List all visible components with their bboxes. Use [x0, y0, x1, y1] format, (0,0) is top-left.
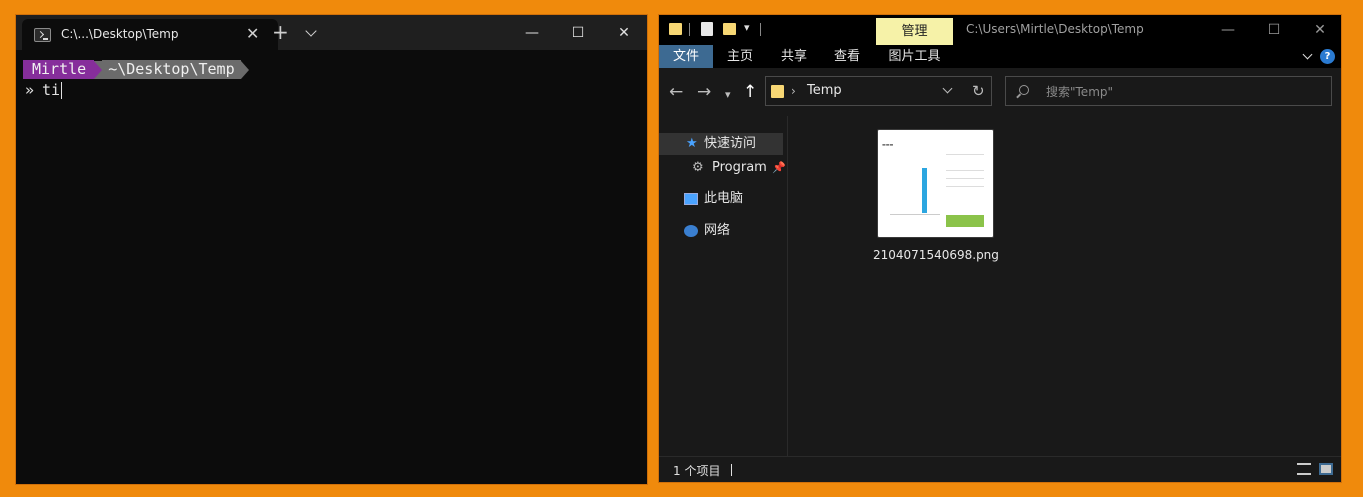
network-icon [684, 225, 698, 237]
search-placeholder: 搜索"Temp" [1046, 85, 1114, 99]
tab-manage[interactable]: 管理 [876, 18, 953, 45]
checkbox-icon[interactable] [701, 22, 713, 36]
nav-quick-access[interactable]: ★ 快速访问 [659, 133, 783, 155]
tab-view[interactable]: 查看 [825, 45, 869, 68]
file-list: ▬▬▬ 2104071540698.png [788, 116, 1341, 456]
nav-label: Program [712, 160, 767, 175]
expand-ribbon-icon[interactable] [1302, 49, 1313, 60]
tab-share[interactable]: 共享 [772, 45, 816, 68]
thumbnail-line [946, 154, 984, 155]
address-dropdown-icon[interactable] [942, 83, 953, 94]
tab-picture-tools[interactable]: 图片工具 [876, 45, 953, 68]
tab-file[interactable]: 文件 [659, 45, 713, 68]
chevron-down-icon [305, 25, 317, 37]
refresh-icon[interactable]: ↻ [972, 82, 985, 100]
prompt-path: ~\Desktop\Temp [102, 60, 241, 79]
command-line[interactable]: » ti [25, 81, 63, 99]
explorer-window: ▾ 管理 C:\Users\Mirtle\Desktop\Temp — ☐ ✕ … [658, 14, 1342, 483]
tab-close-button[interactable]: ✕ [246, 24, 259, 44]
new-tab-button[interactable]: + [272, 22, 289, 42]
nav-this-pc[interactable]: 此电脑 [659, 188, 783, 210]
tab-home[interactable]: 主页 [718, 45, 762, 68]
nav-network[interactable]: 网络 [659, 220, 783, 242]
folder-icon [669, 23, 682, 35]
ribbon: 文件 主页 共享 查看 图片工具 ? [659, 45, 1341, 68]
nav-program[interactable]: ⚙ Program 📌 [659, 157, 786, 179]
divider [760, 23, 761, 36]
divider [689, 23, 690, 36]
minimize-button[interactable]: — [1205, 17, 1251, 43]
thumbnail-axis [890, 214, 940, 215]
forward-icon[interactable]: → [697, 82, 711, 102]
terminal-body[interactable]: Mirtle ~\Desktop\Temp » ti [16, 50, 647, 484]
maximize-button[interactable]: ☐ [1251, 17, 1297, 43]
nav-label: 此电脑 [704, 191, 744, 206]
help-icon[interactable]: ? [1320, 49, 1335, 64]
customize-toolbar-icon[interactable]: ▾ [744, 21, 750, 34]
tab-title: C:\...\Desktop\Temp [61, 27, 179, 41]
star-icon: ★ [686, 136, 698, 151]
prompt-separator [94, 60, 103, 79]
up-icon[interactable]: ↑ [743, 82, 757, 102]
thumbnail-line [946, 170, 984, 171]
thumbnail-line [946, 178, 984, 179]
program-folder-icon: ⚙ [692, 160, 704, 175]
pin-icon: 📌 [772, 161, 786, 174]
folder-icon [771, 85, 784, 98]
prompt-symbol: » [25, 81, 35, 99]
thumbnail-bar [922, 168, 927, 213]
cursor [61, 81, 63, 99]
navigation-bar: ← → ▾ ↑ › Temp ↻ 搜索"Temp" [659, 68, 1341, 116]
address-bar[interactable]: › Temp ↻ [765, 76, 992, 106]
terminal-window: C:\...\Desktop\Temp ✕ + — ☐ ✕ Mirtle ~\D… [15, 14, 648, 485]
recent-locations-icon[interactable]: ▾ [725, 85, 731, 105]
search-input[interactable]: 搜索"Temp" [1005, 76, 1332, 106]
file-name[interactable]: 2104071540698.png [873, 248, 999, 262]
terminal-tab[interactable]: C:\...\Desktop\Temp ✕ [22, 19, 278, 50]
thumbnail-line [946, 186, 984, 187]
status-bar: 1 个项目 [659, 456, 1341, 482]
maximize-button[interactable]: ☐ [555, 20, 601, 46]
close-button[interactable]: ✕ [601, 20, 647, 46]
command-text: ti [42, 81, 61, 99]
tab-dropdown-button[interactable] [305, 23, 317, 39]
prompt-separator-end [240, 60, 249, 79]
terminal-titlebar: C:\...\Desktop\Temp ✕ + — ☐ ✕ [16, 15, 647, 50]
minimize-button[interactable]: — [509, 20, 555, 46]
large-icons-view-icon[interactable] [1319, 463, 1333, 475]
close-button[interactable]: ✕ [1297, 17, 1343, 43]
item-count: 1 个项目 [673, 464, 721, 478]
file-thumbnail[interactable]: ▬▬▬ [877, 129, 994, 238]
thumbnail-preview-text: ▬▬▬ [882, 142, 894, 147]
thumbnail-button [946, 215, 984, 227]
nav-label: 快速访问 [704, 136, 757, 151]
prompt-user: Mirtle [23, 60, 95, 79]
details-view-icon[interactable] [1297, 463, 1311, 475]
explorer-titlebar: ▾ 管理 C:\Users\Mirtle\Desktop\Temp — ☐ ✕ [659, 15, 1341, 45]
nav-label: 网络 [704, 223, 731, 238]
divider [731, 464, 732, 476]
window-title: C:\Users\Mirtle\Desktop\Temp [966, 22, 1144, 36]
breadcrumb-chevron-icon[interactable]: › [791, 84, 796, 98]
back-icon[interactable]: ← [669, 82, 683, 102]
new-folder-icon[interactable] [723, 23, 736, 35]
powershell-icon [34, 28, 51, 42]
breadcrumb-temp[interactable]: Temp [807, 83, 842, 98]
navigation-pane: ★ 快速访问 ⚙ Program 📌 此电脑 网络 [659, 116, 787, 456]
search-icon [1019, 85, 1029, 95]
prompt: Mirtle ~\Desktop\Temp [23, 60, 249, 79]
pc-icon [684, 193, 698, 205]
